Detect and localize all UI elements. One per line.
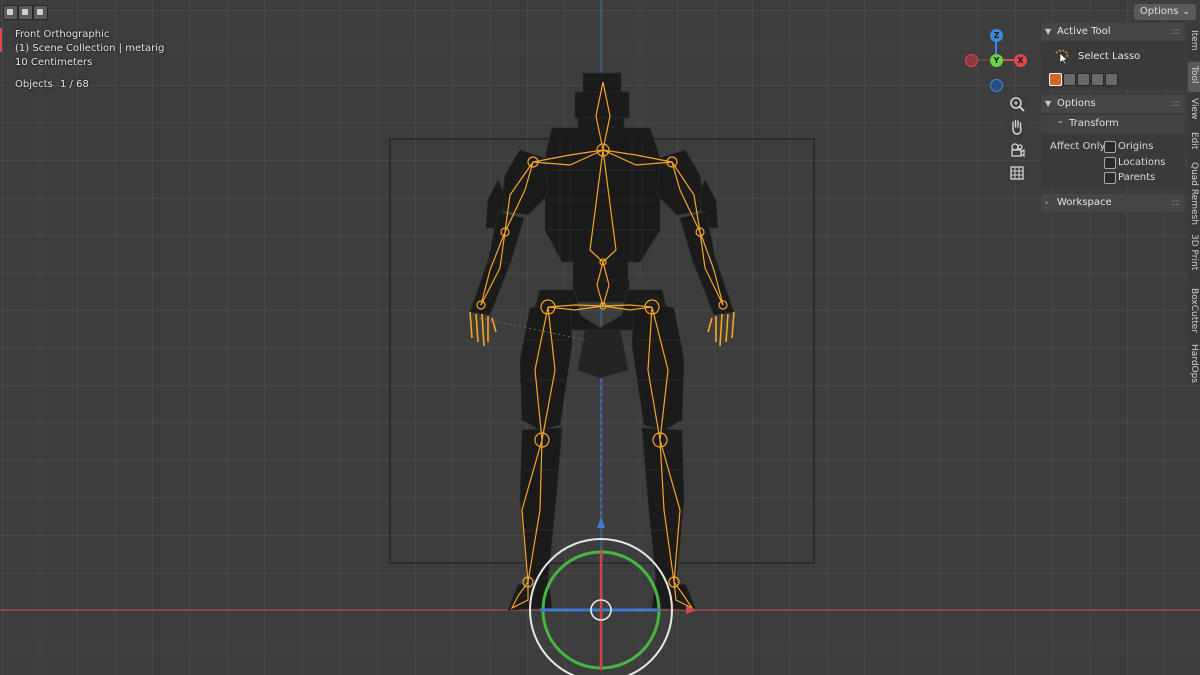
active-tool-title: Active Tool xyxy=(1057,26,1111,37)
affect-only-label: Affect Only xyxy=(1050,141,1106,152)
tab-hardops[interactable]: HardOps xyxy=(1188,340,1200,384)
active-tool-name: Select Lasso xyxy=(1078,51,1141,62)
neg-x-axis-ball[interactable] xyxy=(965,54,978,67)
tab-boxcutter[interactable]: BoxCutter xyxy=(1188,284,1200,338)
select-extend-icon[interactable] xyxy=(1063,73,1076,86)
objects-count: 1 / 68 xyxy=(60,79,89,90)
active-indicator xyxy=(0,28,2,52)
active-tool-panel-header[interactable]: ▼ Active Tool :::: xyxy=(1041,23,1185,41)
drag-handle-icon[interactable]: :::: xyxy=(1171,23,1180,41)
tab-edit-label: Edit xyxy=(1189,132,1199,150)
transform-title: Transform xyxy=(1069,118,1119,129)
tab-quad-remesh-label: Quad Remesh xyxy=(1189,162,1199,225)
origins-checkbox[interactable] xyxy=(1104,141,1116,153)
origins-label: Origins xyxy=(1118,141,1154,152)
camera-icon[interactable] xyxy=(1006,139,1028,161)
tab-view[interactable]: View xyxy=(1188,94,1200,126)
tab-item-label: Item xyxy=(1189,30,1199,51)
drag-handle-icon[interactable]: :::: xyxy=(1171,95,1180,113)
options-label: Options xyxy=(1139,6,1179,17)
select-intersect-icon[interactable] xyxy=(1105,73,1118,86)
chevron-right-icon: › xyxy=(1045,198,1049,207)
options-dropdown-button[interactable]: Options ⌄ xyxy=(1133,4,1196,20)
transform-subpanel-header[interactable]: ⌄ Transform xyxy=(1041,115,1185,133)
tab-tool-label: Tool xyxy=(1189,66,1199,84)
x-axis-ball[interactable]: X xyxy=(1014,54,1027,67)
select-new-icon[interactable] xyxy=(1049,73,1062,86)
sidebar-panel: ▼ Active Tool :::: Select Lasso ▼ Options … xyxy=(1041,23,1185,213)
tab-boxcutter-label: BoxCutter xyxy=(1189,288,1199,334)
view-name-text: Front Orthographic xyxy=(15,29,110,40)
scale-text: 10 Centimeters xyxy=(15,57,93,68)
neg-z-axis-ball[interactable] xyxy=(990,79,1003,92)
locations-checkbox[interactable] xyxy=(1104,157,1116,169)
hand-icon[interactable] xyxy=(1006,116,1028,138)
drag-handle-icon[interactable]: :::: xyxy=(1171,194,1180,212)
zoom-icon[interactable] xyxy=(1006,93,1028,115)
tab-hardops-label: HardOps xyxy=(1189,344,1199,384)
workspace-title: Workspace xyxy=(1057,197,1112,208)
workspace-panel-header[interactable]: › Workspace :::: xyxy=(1041,194,1185,212)
chevron-down-icon: ⌄ xyxy=(1057,116,1064,125)
parents-label: Parents xyxy=(1118,172,1156,183)
sidebar-tabs: Item Tool View Edit Quad Remesh 3D Print… xyxy=(1188,26,1200,386)
grid-icon[interactable] xyxy=(1006,162,1028,184)
tab-edit[interactable]: Edit xyxy=(1188,128,1200,156)
lasso-select-icon xyxy=(1055,49,1069,65)
locations-label: Locations xyxy=(1118,157,1166,168)
chevron-down-icon: ▼ xyxy=(1045,27,1052,36)
z-gizmo-arrow[interactable] xyxy=(597,517,605,528)
options-panel-header[interactable]: ▼ Options :::: xyxy=(1041,95,1185,113)
options-panel-body: ⌄ Transform Affect Only Origins Location… xyxy=(1041,113,1185,187)
collection-text: (1) Scene Collection | metarig xyxy=(15,43,165,54)
tab-item[interactable]: Item xyxy=(1188,26,1200,60)
z-axis-ball[interactable]: Z xyxy=(990,29,1003,42)
tab-tool[interactable]: Tool xyxy=(1188,62,1200,92)
tab-3d-print[interactable]: 3D Print xyxy=(1188,230,1200,282)
select-subtract-icon[interactable] xyxy=(1077,73,1090,86)
tab-3d-print-label: 3D Print xyxy=(1189,234,1199,271)
options-panel-title: Options xyxy=(1057,98,1096,109)
chevron-down-icon: ▼ xyxy=(1045,99,1052,108)
tab-view-label: View xyxy=(1189,98,1199,120)
y-axis-ball[interactable]: Y xyxy=(990,54,1003,67)
parents-checkbox[interactable] xyxy=(1104,172,1116,184)
objects-label: Objects xyxy=(15,79,53,90)
select-invert-icon[interactable] xyxy=(1091,73,1104,86)
chevron-down-icon: ⌄ xyxy=(1182,7,1190,17)
tab-quad-remesh[interactable]: Quad Remesh xyxy=(1188,158,1200,228)
